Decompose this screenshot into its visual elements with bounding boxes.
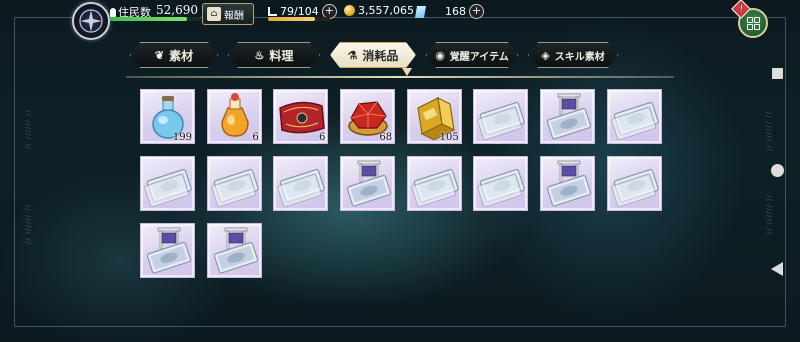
gem-stat: 168 + [414,4,484,19]
tab-materials[interactable]: ❦ 素材 [130,42,218,68]
reward-icon: ⌂ [207,7,221,21]
item-slot[interactable]: 105 [406,89,462,144]
right-deco-text-2: // ////// // [765,195,773,236]
stamina-bar [268,17,330,21]
item-slot[interactable] [273,156,329,211]
stamina-bar-fill [268,17,316,21]
item-slot[interactable] [606,156,662,211]
reward-button[interactable]: ⌂ 報酬 [202,3,254,25]
tab-underline [126,76,674,78]
nav-home-button[interactable] [771,164,784,177]
tab-cooking[interactable]: ♨ 料理 [228,42,320,68]
active-tab-pointer [402,68,412,76]
cooking-pot-icon: ♨ [254,48,265,62]
right-deco-text-1: // ////// // [765,112,773,153]
item-slot[interactable] [606,89,662,144]
player-avatar[interactable] [72,2,110,40]
residents-bar [110,17,200,21]
tab-awakening-items[interactable]: ◉ 覚醒アイテム [426,42,518,68]
item-quantity: 6 [319,132,326,143]
item-slot[interactable] [540,156,596,211]
menu-grid-icon [747,17,753,23]
item-quantity: 6 [252,132,259,143]
item-grid: 199 6 6 68 105 [140,89,662,278]
nav-recent-button[interactable] [772,68,783,79]
gem-add-button[interactable]: + [469,4,484,19]
stamina-icon [268,7,277,16]
item-quantity: 199 [172,132,192,143]
item-slot[interactable]: 199 [140,89,195,144]
item-slot[interactable]: 68 [340,89,396,144]
skill-icon: ◈ [541,48,550,62]
gem-value: 168 [445,5,466,18]
item-slot[interactable] [140,223,195,278]
residents-bar-fill [110,17,187,21]
gold-value: 3,557,065 [358,4,414,17]
item-slot[interactable] [473,156,529,211]
item-slot[interactable] [406,156,462,211]
gold-stat: 3,557,065 [344,4,414,17]
top-bar: 住民数 52,690 ⌂ 報酬 79/104 + 3,557,065 168 +… [0,0,800,40]
gem-icon [414,5,427,18]
item-slot[interactable] [473,89,529,144]
item-quantity: 68 [379,132,393,143]
reward-label: 報酬 [224,10,244,22]
item-slot[interactable] [340,156,396,211]
avatar-emblem-icon [79,9,103,33]
category-tabs: ❦ 素材 ♨ 料理 ⚗ 消耗品 ◉ 覚醒アイテム ◈ スキル素材 [130,42,618,68]
person-icon [110,7,116,17]
coin-icon [344,5,355,16]
flask-icon: ⚗ [347,48,358,62]
leaf-icon: ❦ [154,48,165,62]
residents-value: 52,690 [156,3,198,17]
left-deco-text-1: // ////// // [24,110,32,151]
item-slot[interactable] [140,156,195,211]
left-deco-text-2: // ////// // [24,205,32,246]
nav-back-button[interactable] [771,262,783,276]
awakening-icon: ◉ [435,48,445,62]
tab-skill-materials[interactable]: ◈ スキル素材 [528,42,618,68]
item-slot[interactable] [540,89,596,144]
item-slot[interactable] [206,156,262,211]
item-slot[interactable] [206,223,262,278]
tab-consumables[interactable]: ⚗ 消耗品 [330,42,416,68]
item-slot[interactable]: 6 [206,89,262,144]
item-slot[interactable]: 6 [273,89,329,144]
item-quantity: 105 [439,132,459,143]
